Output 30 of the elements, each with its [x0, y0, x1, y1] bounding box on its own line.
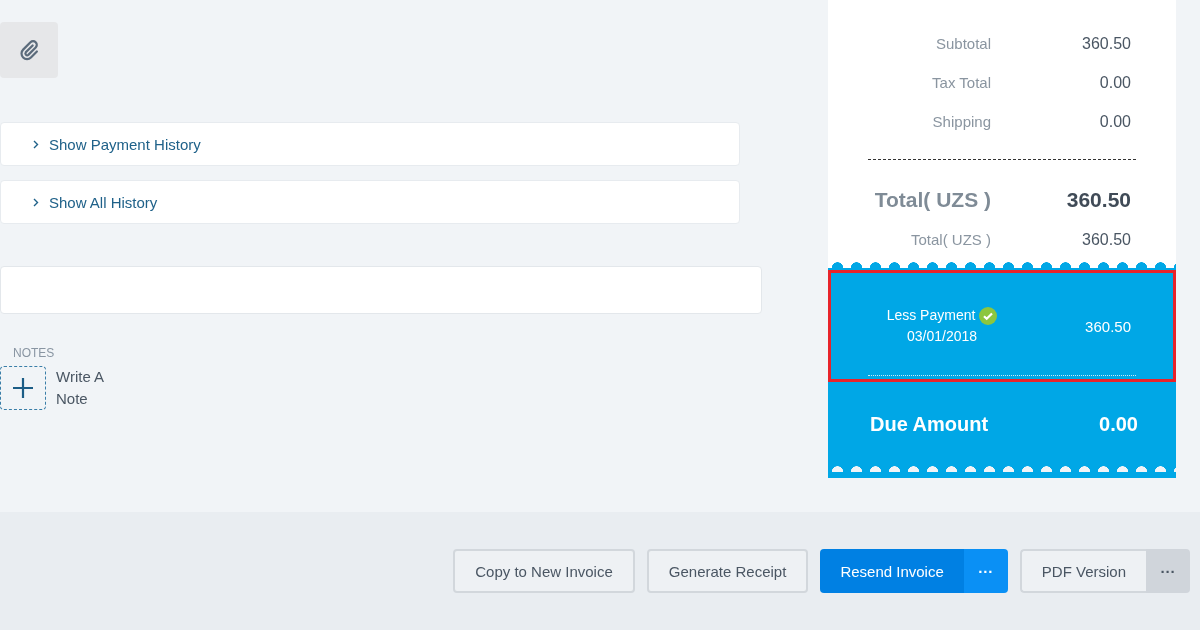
- notes-heading: NOTES: [13, 346, 56, 360]
- due-label: Due Amount: [870, 412, 989, 436]
- write-note-link[interactable]: Write A Note: [56, 366, 126, 410]
- attachment-button[interactable]: [0, 22, 58, 78]
- history-toggle[interactable]: Show Payment History: [0, 122, 740, 166]
- plus-icon: [12, 377, 34, 399]
- summary-label: Total( UZS ): [910, 231, 991, 248]
- payment-date: 03/01/2018: [906, 327, 978, 346]
- summary-label: Shipping: [931, 113, 991, 130]
- action-button[interactable]: Resend Invoice: [820, 549, 964, 593]
- summary-value: 360.50: [1081, 230, 1131, 249]
- summary-label: Subtotal: [934, 35, 991, 52]
- summary-label: Tax Total: [931, 74, 991, 91]
- total-label: Total( UZS ): [873, 188, 991, 212]
- paperclip-icon: [18, 39, 40, 61]
- total-value: 360.50: [1065, 188, 1131, 212]
- summary-value: 360.50: [1081, 34, 1131, 53]
- action-button[interactable]: Generate Receipt: [646, 549, 809, 593]
- chevron-icon: [33, 139, 39, 149]
- more-button[interactable]: ···: [1146, 549, 1190, 593]
- payment-label: Less Payment: [886, 306, 976, 325]
- summary-value: 0.00: [1098, 112, 1131, 131]
- summary-value: 0.00: [1098, 73, 1131, 92]
- due-value: 0.00: [1099, 412, 1138, 436]
- chevron-icon: [33, 197, 39, 207]
- history-toggle[interactable]: Show All History: [0, 180, 740, 224]
- action-button[interactable]: Copy to New Invoice: [453, 549, 635, 593]
- add-note-button[interactable]: [0, 366, 46, 410]
- payment-value: 360.50: [1084, 317, 1131, 335]
- action-button[interactable]: PDF Version: [1019, 549, 1146, 593]
